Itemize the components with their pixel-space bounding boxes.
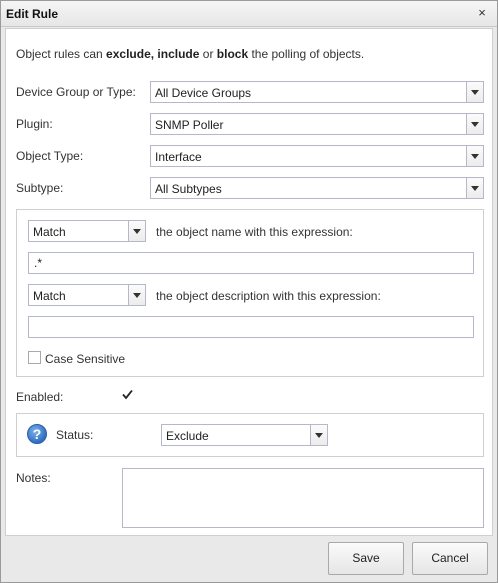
edit-rule-dialog: Edit Rule × Object rules can exclude, in…: [0, 0, 498, 583]
plugin-label: Plugin:: [16, 117, 53, 131]
subtype-label: Subtype:: [16, 181, 64, 195]
name-expression-value: .*: [34, 256, 43, 270]
dialog-title: Edit Rule: [6, 7, 59, 21]
desc-expression-label: the object description with this express…: [156, 289, 381, 303]
intro-include: include: [157, 47, 200, 61]
intro-exclude: exclude,: [106, 47, 155, 61]
case-sensitive-label: Case Sensitive: [45, 352, 126, 366]
chevron-down-icon[interactable]: [466, 146, 483, 166]
cancel-button[interactable]: Cancel: [412, 542, 488, 575]
object-type-label: Object Type:: [16, 149, 84, 163]
status-select[interactable]: Exclude: [161, 424, 328, 446]
dialog-body: Object rules can exclude, include or blo…: [5, 28, 493, 536]
intro-block: block: [216, 47, 249, 61]
chevron-down-icon[interactable]: [466, 178, 483, 198]
chevron-down-icon[interactable]: [128, 221, 145, 241]
close-icon[interactable]: ×: [475, 6, 489, 20]
intro-part1: Object rules can: [16, 47, 107, 61]
plugin-select[interactable]: SNMP Poller: [150, 113, 484, 135]
status-box: ? Status: Exclude: [16, 413, 484, 457]
checkmark-icon: [122, 389, 133, 400]
device-group-label: Device Group or Type:: [16, 85, 136, 99]
chevron-down-icon[interactable]: [466, 114, 483, 134]
help-icon[interactable]: ?: [27, 424, 47, 444]
status-label: Status:: [56, 428, 94, 442]
desc-expression-input[interactable]: [28, 316, 474, 338]
name-expression-input[interactable]: .*: [28, 252, 474, 274]
notes-textarea[interactable]: [122, 468, 484, 528]
subtype-select[interactable]: All Subtypes: [150, 177, 484, 199]
chevron-down-icon[interactable]: [466, 82, 483, 102]
desc-match-select[interactable]: Match: [28, 284, 146, 306]
subtype-value: All Subtypes: [155, 182, 222, 196]
notes-label: Notes:: [16, 471, 51, 485]
device-group-value: All Device Groups: [155, 86, 252, 100]
save-button[interactable]: Save: [328, 542, 404, 575]
device-group-select[interactable]: All Device Groups: [150, 81, 484, 103]
intro-text: Object rules can exclude, include or blo…: [16, 47, 364, 61]
object-type-value: Interface: [155, 150, 202, 164]
intro-or: or: [199, 47, 217, 61]
status-value: Exclude: [166, 429, 209, 443]
expression-fieldset: Match the object name with this expressi…: [16, 209, 484, 377]
name-match-value: Match: [33, 225, 66, 239]
enabled-label: Enabled:: [16, 390, 64, 404]
intro-part2: the polling of objects.: [248, 47, 365, 61]
enabled-checkbox[interactable]: [121, 388, 134, 401]
case-sensitive-checkbox[interactable]: [28, 351, 41, 364]
dialog-titlebar[interactable]: Edit Rule ×: [1, 1, 497, 27]
plugin-value: SNMP Poller: [155, 118, 224, 132]
desc-match-value: Match: [33, 289, 66, 303]
name-expression-label: the object name with this expression:: [156, 225, 353, 239]
name-match-select[interactable]: Match: [28, 220, 146, 242]
object-type-select[interactable]: Interface: [150, 145, 484, 167]
chevron-down-icon[interactable]: [310, 425, 327, 445]
chevron-down-icon[interactable]: [128, 285, 145, 305]
